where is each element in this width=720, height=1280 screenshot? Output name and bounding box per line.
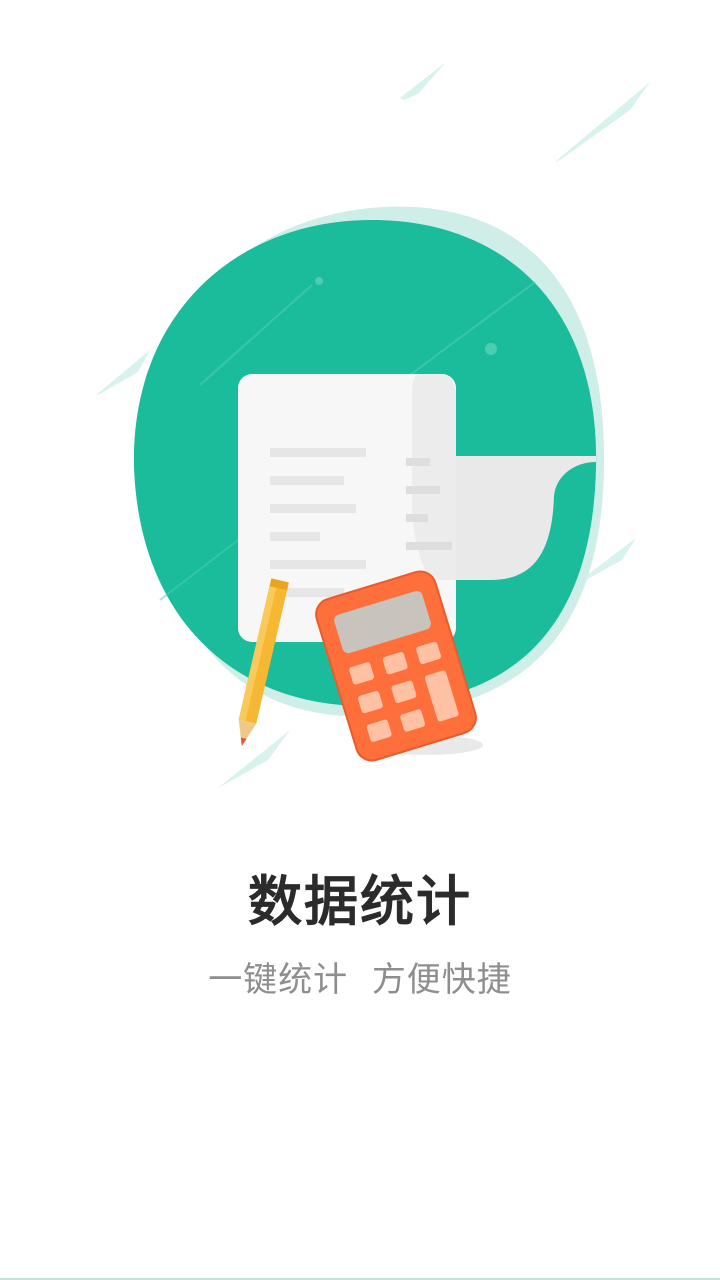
decorative-dot xyxy=(485,343,497,355)
page-subtitle: 一键统计 方便快捷 xyxy=(0,952,720,1008)
page-title: 数据统计 xyxy=(248,870,472,933)
decorative-leaf xyxy=(555,82,650,162)
decorative-leaf xyxy=(218,730,290,788)
data-statistics-illustration xyxy=(96,62,650,788)
decorative-dot xyxy=(315,277,323,285)
subtitle-spacer xyxy=(348,960,372,1000)
onboarding-page: 数据统计 一键统计 方便快捷 xyxy=(0,0,720,1280)
subtitle-part-1: 一键统计 xyxy=(208,960,349,1000)
subtitle-part-2: 方便快捷 xyxy=(371,960,512,1000)
decorative-leaf xyxy=(400,62,446,100)
decorative-leaf xyxy=(96,350,150,395)
